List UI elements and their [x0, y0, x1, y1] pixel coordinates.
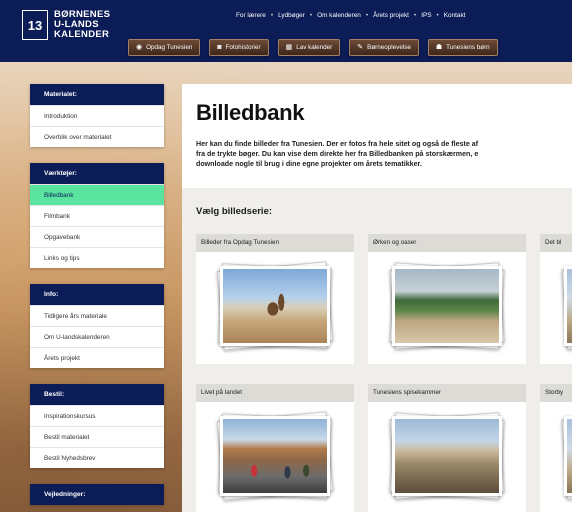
- theme-label: Tunesiens børn: [446, 44, 490, 51]
- topnav-link[interactable]: IPS: [421, 12, 431, 19]
- sidebar-item-tidligere-aars-materiale[interactable]: Tidligere års materiale: [30, 305, 164, 326]
- gallery-card[interactable]: Det bl: [540, 234, 572, 364]
- logo-mark: 13: [22, 10, 48, 40]
- topnav-link[interactable]: Lydbøger: [278, 12, 305, 19]
- gallery-heading: Vælg billedserie:: [196, 206, 273, 217]
- gallery-card[interactable]: Livet på landet: [196, 384, 354, 512]
- photo-stack: [389, 262, 505, 350]
- gallery-card-body: [368, 252, 526, 364]
- gallery-card[interactable]: Storby: [540, 384, 572, 512]
- gallery-card-caption: Ørken og oaser: [368, 234, 526, 252]
- gallery-card-body: [196, 252, 354, 364]
- sidebar-item-filmbank[interactable]: Filmbank: [30, 205, 164, 226]
- landscape-photo: [564, 266, 572, 346]
- topnav-link[interactable]: For lærere: [236, 12, 266, 19]
- sidebar-item-introduktion[interactable]: Introduktion: [30, 105, 164, 126]
- market-photo: [220, 416, 330, 496]
- sidebar-group-info: Info: Tidligere års materiale Om U-lands…: [30, 284, 164, 368]
- theme-label: Opdag Tunesien: [146, 44, 193, 51]
- gallery-card-body: [196, 402, 354, 512]
- gallery-card-body: [368, 402, 526, 512]
- oasis-photo: [392, 266, 502, 346]
- topnav-separator: •: [309, 12, 313, 19]
- theme-button-lav-kalender[interactable]: ▦ Lav kalender: [277, 39, 341, 56]
- theme-button-boerneoplevelse[interactable]: ✎ Børneoplevelse: [349, 39, 419, 56]
- camel-photo: [220, 266, 330, 346]
- sidebar-item-overblik[interactable]: Overblik over materialet: [30, 126, 164, 147]
- sidebar-item-bestil-materialet[interactable]: Bestil materialet: [30, 426, 164, 447]
- topnav-link[interactable]: Årets projekt: [373, 12, 409, 19]
- sidebar-item-opgavebank[interactable]: Opgavebank: [30, 226, 164, 247]
- people-icon: ☗: [435, 44, 443, 51]
- gallery-card-caption: Det bl: [540, 234, 572, 252]
- gallery-card-body: [540, 402, 572, 512]
- sidebar-item-aarets-projekt[interactable]: Årets projekt: [30, 347, 164, 368]
- gallery-card[interactable]: Ørken og oaser: [368, 234, 526, 364]
- sidebar-heading: Materialet:: [30, 84, 164, 105]
- sidebar-item-inspirationskursus[interactable]: Inspirationskursus: [30, 405, 164, 426]
- photo-stack: [389, 412, 505, 500]
- gallery-card-caption: Billeder fra Opdag Tunesien: [196, 234, 354, 252]
- gallery-card[interactable]: Tunesiens spisekammer: [368, 384, 526, 512]
- photo-stack: [216, 411, 334, 501]
- top-navigation: For lærere • Lydbøger • Om kalenderen • …: [236, 12, 465, 19]
- gallery-card-caption: Livet på landet: [196, 384, 354, 402]
- topnav-separator: •: [436, 12, 439, 19]
- theme-button-fotohistorier[interactable]: ◙ Fotohistorier: [209, 39, 269, 56]
- theme-label: Fotohistorier: [225, 44, 261, 51]
- eye-icon: ◉: [136, 44, 143, 51]
- logo-line-3: KALENDER: [54, 29, 110, 40]
- sidebar: Materialet: Introduktion Overblik over m…: [30, 84, 164, 512]
- gallery-card-caption: Storby: [540, 384, 572, 402]
- sidebar-heading: Vejledninger:: [30, 484, 164, 505]
- main-content: Billedbank Her kan du finde billeder fra…: [182, 84, 572, 512]
- town-photo: [392, 416, 502, 496]
- topnav-link[interactable]: Om kalenderen: [317, 12, 361, 19]
- city-photo: [564, 416, 572, 496]
- topnav-separator: •: [270, 12, 274, 19]
- gallery-card-body: [540, 252, 572, 364]
- image-gallery: Vælg billedserie: Billeder fra Opdag Tun…: [182, 188, 572, 512]
- intro-text: Her kan du finde billeder fra Tunesien. …: [196, 140, 479, 168]
- theme-label: Lav kalender: [296, 44, 333, 51]
- grid-icon: ▦: [285, 44, 293, 51]
- theme-button-tunesiens-boern[interactable]: ☗ Tunesiens børn: [427, 39, 498, 56]
- sidebar-group-vaerktoejer: Værktøjer: Billedbank Filmbank Opgaveban…: [30, 163, 164, 268]
- topnav-separator: •: [413, 12, 417, 19]
- photo-stack: [561, 412, 572, 500]
- topnav-separator: •: [365, 12, 369, 19]
- site-header: 13 BØRNENES U-LANDS KALENDER For lærere …: [0, 0, 572, 62]
- sidebar-group-materialet: Materialet: Introduktion Overblik over m…: [30, 84, 164, 147]
- photo-stack: [561, 262, 572, 350]
- topnav-link[interactable]: Kontakt: [444, 12, 466, 19]
- gallery-card[interactable]: Billeder fra Opdag Tunesien: [196, 234, 354, 364]
- sidebar-group-bestil: Bestil: Inspirationskursus Bestil materi…: [30, 384, 164, 468]
- sidebar-heading: Bestil:: [30, 384, 164, 405]
- sidebar-heading: Værktøjer:: [30, 163, 164, 184]
- sidebar-item-om-u-landskalenderen[interactable]: Om U-landskalenderen: [30, 326, 164, 347]
- sidebar-item-bestil-nyhedsbrev[interactable]: Bestil Nyhedsbrev: [30, 447, 164, 468]
- logo-text: BØRNENES U-LANDS KALENDER: [54, 10, 110, 40]
- pencil-icon: ✎: [357, 44, 364, 51]
- sidebar-heading: Info:: [30, 284, 164, 305]
- sidebar-item-links-og-tips[interactable]: Links og tips: [30, 247, 164, 268]
- page-title: Billedbank: [196, 100, 305, 125]
- theme-navigation: ◉ Opdag Tunesien ◙ Fotohistorier ▦ Lav k…: [128, 39, 498, 56]
- theme-button-opdag-tunesien[interactable]: ◉ Opdag Tunesien: [128, 39, 201, 56]
- theme-label: Børneoplevelse: [367, 44, 411, 51]
- sidebar-item-billedbank[interactable]: Billedbank: [30, 184, 164, 205]
- sidebar-group-vejledninger: Vejledninger:: [30, 484, 164, 505]
- gallery-card-caption: Tunesiens spisekammer: [368, 384, 526, 402]
- logo[interactable]: 13 BØRNENES U-LANDS KALENDER: [22, 10, 110, 40]
- camera-icon: ◙: [217, 44, 222, 51]
- photo-stack: [216, 261, 334, 351]
